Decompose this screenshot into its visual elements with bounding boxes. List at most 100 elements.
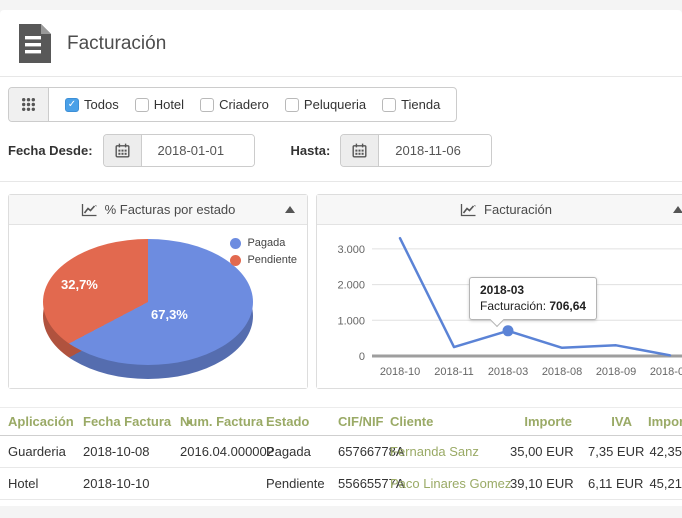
svg-text:1.000: 1.000: [337, 315, 365, 327]
checkbox-label: Todos: [84, 97, 119, 112]
tooltip-value-line: Facturación: 706,64: [480, 299, 587, 313]
date-from-group: [102, 134, 255, 167]
checkbox-tienda[interactable]: Tienda: [382, 97, 440, 112]
cell-aplicacion: Hotel: [0, 467, 75, 500]
checkbox-box-tienda[interactable]: [382, 97, 397, 112]
checkbox-label: Tienda: [401, 97, 441, 112]
line-chart-body: 0 1.000 2.000 3.000 2018-10 2018-11 2018…: [317, 225, 682, 388]
table-row[interactable]: Guarderia 2018-10-10 Pagada Mario Romero…: [0, 499, 682, 506]
collapse-caret-icon[interactable]: [285, 206, 295, 213]
invoices-table: Aplicación Fecha Factura ▲ Num. Factura E…: [0, 407, 682, 506]
cell-importe-total: 45,21: [640, 467, 682, 500]
cell-importe: 80,00 EUR: [502, 499, 580, 506]
date-to-group: [340, 134, 493, 167]
x-axis-ticks: 2018-10 2018-11 2018-03 2018-08 2018-09 …: [380, 366, 682, 378]
pie-panel: % Facturas por estado 67,3% 32,7% Pagada: [8, 194, 308, 389]
svg-text:0: 0: [359, 351, 365, 363]
cell-cliente-link[interactable]: Fernanda Sanz: [382, 435, 502, 468]
pie-slice-label-pendiente: 32,7%: [61, 277, 98, 292]
cell-importe: 39,10 EUR: [502, 467, 580, 500]
date-from-input[interactable]: [141, 135, 254, 166]
checkbox-box-todos[interactable]: ✓: [65, 97, 79, 112]
date-to-input[interactable]: [379, 135, 492, 166]
calendar-icon: [352, 143, 367, 158]
legend-label: Pendiente: [247, 254, 297, 266]
date-to-label: Hasta:: [290, 143, 331, 158]
grid-icon: [21, 97, 36, 112]
cell-cliente-link[interactable]: Paco Linares Gomez: [382, 467, 511, 500]
svg-text:2018-09: 2018-09: [596, 366, 636, 378]
col-header-importe-total[interactable]: Importe: [640, 407, 682, 436]
checkbox-label: Criadero: [219, 97, 269, 112]
legend-dot: [230, 237, 242, 249]
checkbox-box-peluqueria[interactable]: [284, 97, 299, 112]
pie-top: [43, 239, 253, 365]
cell-iva: 7,35 EUR: [580, 435, 644, 468]
legend-item-pagada[interactable]: Pagada: [230, 237, 297, 249]
svg-text:2018-10: 2018-10: [380, 366, 420, 378]
charts-row: % Facturas por estado 67,3% 32,7% Pagada: [0, 182, 682, 389]
cell-cif: [330, 499, 382, 506]
checkbox-peluqueria[interactable]: Peluqueria: [284, 97, 367, 112]
col-header-estado[interactable]: Estado: [258, 407, 330, 436]
table-row[interactable]: Hotel 2018-10-10 Pendiente 55665577A Pac…: [0, 467, 682, 500]
date-from-calendar-button[interactable]: [103, 135, 142, 166]
page-header: Facturación: [0, 10, 682, 77]
pie-slice-label-pagada: 67,3%: [151, 307, 188, 322]
col-header-fecha-factura[interactable]: Fecha Factura ▲: [75, 407, 193, 436]
col-header-num-factura[interactable]: Num. Factura: [172, 407, 263, 436]
cell-importe-total: 42,35: [640, 435, 682, 468]
col-header-aplicacion[interactable]: Aplicación: [0, 407, 75, 436]
pie-chart[interactable]: 67,3% 32,7%: [43, 239, 253, 379]
line-panel-title: Facturación: [484, 202, 552, 217]
checkbox-box-hotel[interactable]: [134, 97, 149, 112]
col-header-cliente[interactable]: Cliente: [382, 407, 502, 436]
cell-iva: 6,11 EUR: [580, 467, 643, 500]
cell-fecha: 2018-10-08: [75, 435, 172, 468]
category-checkbox-list: ✓ Todos Hotel Criadero Peluqueria Tienda: [49, 88, 456, 121]
col-header-iva[interactable]: IVA: [580, 407, 640, 436]
table-header-row: Aplicación Fecha Factura ▲ Num. Factura E…: [0, 407, 682, 436]
svg-text:2018-11: 2018-11: [434, 366, 474, 378]
date-from-label: Fecha Desde:: [8, 143, 93, 158]
date-filter-section: Fecha Desde: Hasta:: [0, 122, 682, 182]
line-panel-header[interactable]: Facturación: [317, 195, 682, 225]
cell-iva: 14,60 EUR: [580, 499, 640, 506]
calendar-icon: [115, 143, 130, 158]
checkbox-label: Hotel: [153, 97, 185, 112]
date-to-calendar-button[interactable]: [341, 135, 380, 166]
grid-toggle-button[interactable]: [9, 88, 49, 121]
cell-num: [172, 467, 258, 500]
cell-cliente-link[interactable]: Mario Romero Casar: [382, 499, 502, 506]
svg-text:2018-03: 2018-03: [488, 366, 528, 378]
svg-text:2018-08: 2018-08: [542, 366, 582, 378]
checkbox-criadero[interactable]: Criadero: [200, 97, 269, 112]
chart-line-icon: [81, 203, 97, 217]
cell-importe-total: 94,60: [640, 499, 682, 506]
cell-num: 2016.04.000002: [172, 435, 274, 468]
cell-aplicacion: Guarderia: [0, 435, 75, 468]
pie-panel-title: % Facturas por estado: [104, 202, 236, 217]
chart-line-icon: [460, 203, 476, 217]
highlighted-data-point[interactable]: [502, 325, 514, 337]
main-content-card: Facturación ✓ Todos Hotel Criadero Peluq…: [0, 10, 682, 506]
pie-legend: Pagada Pendiente: [230, 237, 297, 266]
col-header-cif-nif[interactable]: CIF/NIF: [330, 407, 384, 436]
legend-dot: [230, 254, 242, 266]
pie-panel-header[interactable]: % Facturas por estado: [9, 195, 307, 225]
cell-aplicacion: Guarderia: [0, 499, 75, 506]
cell-cif: 65766778A: [330, 435, 405, 468]
line-panel: Facturación 0 1.000 2.000 3.000 2018-10 …: [316, 194, 682, 389]
cell-estado: Pagada: [258, 435, 330, 468]
checkbox-box-criadero[interactable]: [200, 97, 215, 112]
svg-text:2.000: 2.000: [337, 280, 365, 292]
checkbox-hotel[interactable]: Hotel: [134, 97, 185, 112]
cell-cif: 55665577A: [330, 467, 405, 500]
svg-text:3.000: 3.000: [337, 244, 365, 256]
checkbox-label: Peluqueria: [303, 97, 367, 112]
legend-item-pendiente[interactable]: Pendiente: [230, 254, 297, 266]
checkbox-todos[interactable]: ✓ Todos: [65, 97, 119, 112]
table-row[interactable]: Guarderia 2018-10-08 2016.04.000002 Paga…: [0, 435, 682, 468]
collapse-caret-icon[interactable]: [673, 206, 682, 213]
col-header-importe[interactable]: Importe: [502, 407, 580, 436]
